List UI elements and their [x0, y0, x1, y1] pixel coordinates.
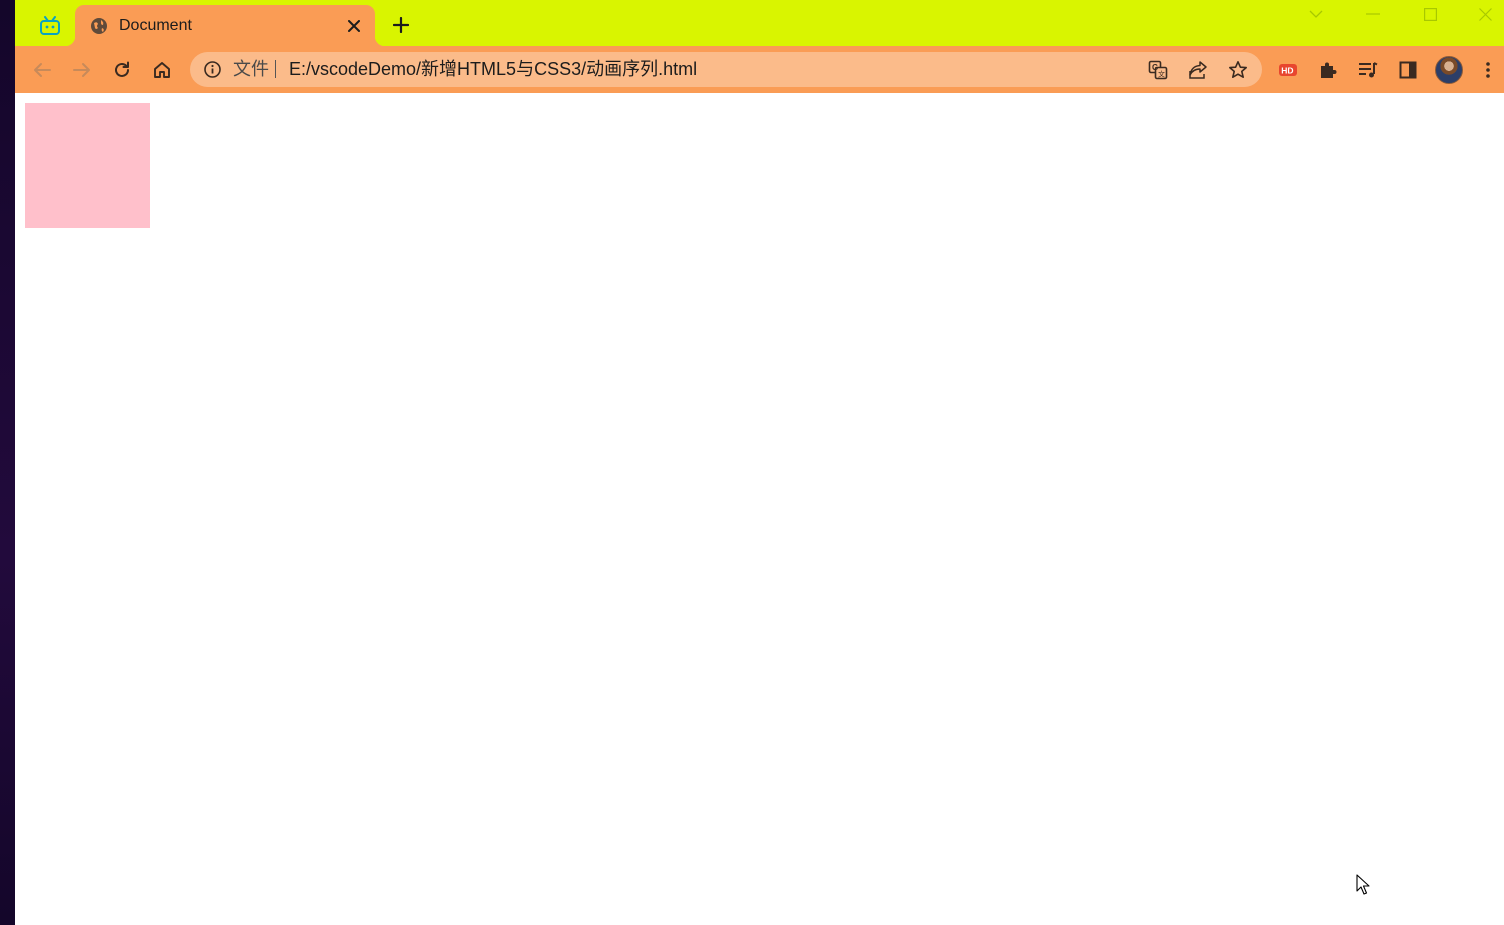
media-queue-icon [1359, 62, 1378, 78]
desktop-edge [0, 0, 15, 925]
tab-search-button[interactable] [35, 12, 65, 40]
share-icon [1189, 61, 1207, 79]
media-control-button[interactable] [1354, 56, 1382, 84]
globe-icon [91, 18, 107, 34]
profile-avatar[interactable] [1435, 56, 1463, 84]
tab-list-dropdown-button[interactable] [1293, 0, 1339, 28]
back-button[interactable] [28, 56, 56, 84]
side-panel-button[interactable] [1394, 56, 1422, 84]
home-icon [154, 62, 170, 78]
puzzle-icon [1321, 62, 1337, 78]
maximize-button[interactable] [1407, 0, 1453, 28]
tab-close-button[interactable] [345, 17, 363, 35]
tab-title: Document [119, 17, 192, 34]
tab-strip: Document [15, 0, 1504, 46]
minimize-icon [1366, 13, 1380, 15]
plus-icon [393, 17, 409, 33]
arrow-right-icon [73, 63, 90, 77]
tab-document[interactable]: Document [65, 5, 385, 46]
browser-window: Document 文件 E:/vscodeDemo/新增HTML5与CSS3/动… [15, 0, 1504, 925]
reload-icon [115, 61, 129, 77]
address-bar[interactable]: 文件 E:/vscodeDemo/新增HTML5与CSS3/动画序列.html … [190, 52, 1262, 87]
side-panel-icon [1399, 61, 1417, 79]
svg-text:HD: HD [1281, 66, 1293, 76]
hd-extension-button[interactable]: HD [1274, 56, 1302, 84]
bookmark-star-icon [1229, 61, 1247, 78]
translate-button[interactable]: G 文 [1145, 57, 1171, 83]
chevron-down-icon [1309, 10, 1323, 18]
mouse-cursor-icon [1356, 874, 1370, 895]
info-icon[interactable] [203, 60, 222, 79]
close-icon [1478, 7, 1492, 21]
toolbar: 文件 E:/vscodeDemo/新增HTML5与CSS3/动画序列.html … [15, 46, 1504, 93]
bookmark-button[interactable] [1225, 57, 1251, 83]
tv-icon [40, 16, 60, 35]
reload-button[interactable] [108, 56, 136, 84]
scheme-divider [275, 60, 276, 78]
close-icon [348, 20, 360, 32]
more-vertical-icon [1486, 62, 1490, 78]
home-button[interactable] [148, 56, 176, 84]
forward-button[interactable] [68, 56, 96, 84]
share-button[interactable] [1185, 57, 1211, 83]
translate-icon: G 文 [1148, 60, 1168, 80]
minimize-button[interactable] [1350, 0, 1396, 28]
arrow-left-icon [34, 63, 51, 77]
browser-menu-button[interactable] [1474, 56, 1502, 84]
hd-extension-icon: HD [1279, 64, 1297, 76]
animated-box [25, 103, 150, 228]
new-tab-button[interactable] [390, 14, 412, 36]
extensions-button[interactable] [1314, 56, 1342, 84]
svg-text:文: 文 [1158, 70, 1165, 79]
maximize-icon [1423, 7, 1437, 21]
close-window-button[interactable] [1462, 0, 1504, 28]
scheme-label: 文件 [233, 59, 269, 79]
page-viewport [15, 93, 1504, 925]
url-text[interactable]: E:/vscodeDemo/新增HTML5与CSS3/动画序列.html [289, 59, 697, 79]
